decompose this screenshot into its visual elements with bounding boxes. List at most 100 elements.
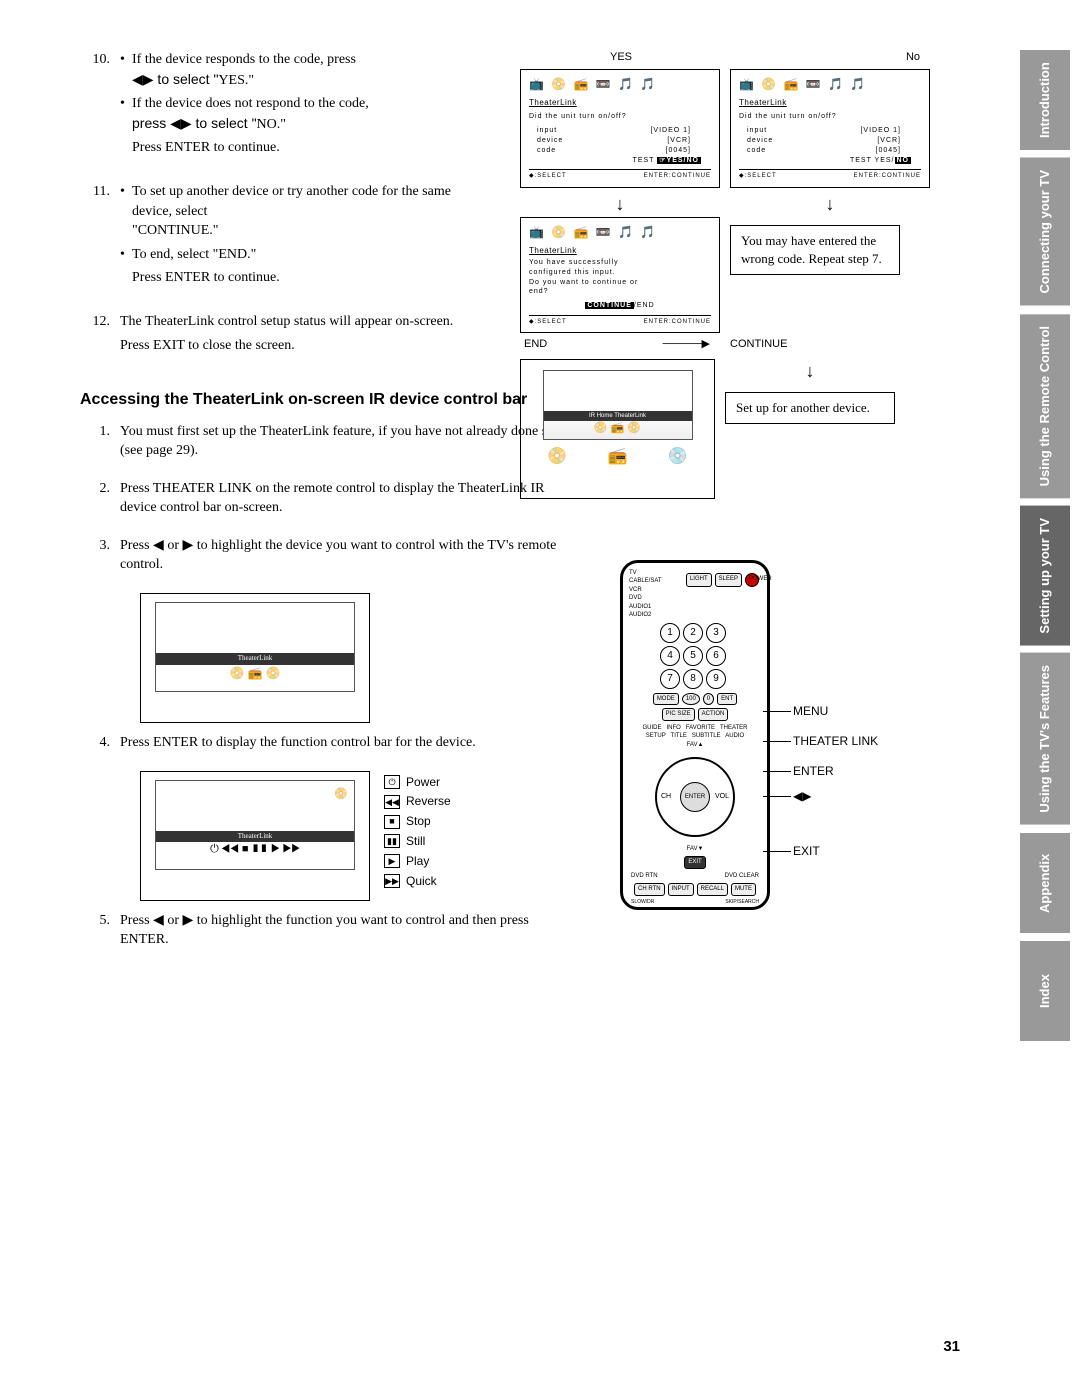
note-another-device: Set up for another device. bbox=[725, 392, 895, 424]
acc-s4-num: 4. bbox=[80, 733, 120, 757]
btn-ent: ENT bbox=[717, 693, 737, 705]
numpad: 123 456 789 bbox=[660, 623, 730, 689]
ft-sel: ◆:SELECT bbox=[529, 172, 567, 180]
test-no: TEST bbox=[850, 157, 872, 164]
acc-s2: Press THEATER LINK on the remote control… bbox=[120, 479, 580, 518]
screen-title-yes: TheaterLink bbox=[529, 97, 711, 108]
acc-s3: Press ◀ or ▶ to highlight the device you… bbox=[120, 536, 580, 575]
ft-ent: ENTER:CONTINUE bbox=[644, 172, 711, 180]
callout-arrows: ◀▶ bbox=[793, 788, 811, 805]
callout-theater: THEATER LINK bbox=[793, 733, 878, 750]
btn-mute: MUTE bbox=[731, 883, 756, 895]
device-corner-icon: 📀 bbox=[334, 787, 348, 802]
rem-lbl-cable: CABLE/SAT bbox=[629, 577, 662, 585]
screen-no: 📺 📀 📻 📼 🎵 🎵 TheaterLink Did the unit tur… bbox=[730, 69, 930, 187]
kv-input-k: input bbox=[537, 126, 557, 136]
accessing-steps: 1. You must first set up the TheaterLink… bbox=[80, 422, 580, 954]
legend-reverse: Reverse bbox=[406, 793, 451, 810]
play-icon: ▶ bbox=[384, 854, 400, 868]
still-icon: ▮▮ bbox=[384, 834, 400, 848]
legend-still: Still bbox=[406, 833, 425, 850]
step-11a: To set up another device or try another … bbox=[132, 184, 451, 219]
screen-title-no: TheaterLink bbox=[739, 97, 921, 108]
step-10b2s: ." bbox=[277, 117, 286, 132]
conf-msg4: end? bbox=[529, 287, 711, 297]
step-11a2: "CONTINUE." bbox=[132, 223, 218, 238]
chapter-tabs: Introduction Connecting your TV Using th… bbox=[1020, 50, 1080, 1049]
ftn-sel: ◆:SELECT bbox=[739, 172, 777, 180]
btn-action: ACTION bbox=[698, 708, 729, 720]
legend-play: Play bbox=[406, 853, 429, 870]
kvn-code-v: [0045] bbox=[876, 146, 901, 156]
tab-appendix: Appendix bbox=[1020, 833, 1070, 933]
kvn-code-k: code bbox=[747, 146, 766, 156]
step-10-num: 10. bbox=[80, 50, 120, 162]
dpad: CH ENTER VOL bbox=[655, 757, 735, 837]
btn-power: POWER bbox=[745, 573, 759, 587]
btn-input: INPUT bbox=[668, 883, 694, 895]
btn-mode: MODE bbox=[653, 693, 679, 705]
screen-confirm: 📺 📀 📻 📼 🎵 🎵 TheaterLink You have success… bbox=[520, 217, 720, 333]
acc-s2-num: 2. bbox=[80, 479, 120, 522]
fav-dn: FAV▼ bbox=[631, 845, 759, 853]
step-10b2v: NO bbox=[257, 117, 277, 132]
note-wrong-code: You may have entered the wrong code. Rep… bbox=[730, 225, 900, 275]
conf-msg1: You have successfully bbox=[529, 258, 711, 268]
tv-inner-label2: TheaterLink bbox=[156, 831, 354, 843]
skip: SKIP/SEARCH bbox=[725, 899, 759, 906]
testline-yes: ☞YES/NO bbox=[657, 157, 701, 164]
tv-control-bar-diagram: TheaterLink 📀 📻 📀 bbox=[140, 593, 370, 723]
callout-enter: ENTER bbox=[793, 763, 834, 780]
acc-s1-num: 1. bbox=[80, 422, 120, 465]
test-yes: TEST bbox=[633, 157, 655, 164]
dpad-vol: VOL bbox=[715, 792, 729, 802]
device-icon: 💿 bbox=[668, 446, 688, 468]
rem-lbl-vcr: VCR bbox=[629, 586, 662, 594]
continue-label: CONTINUE bbox=[730, 338, 787, 350]
legend-power: Power bbox=[406, 774, 440, 791]
screens-area: YES No 📺 📀 📻 📼 🎵 🎵 TheaterLink Did the u… bbox=[520, 50, 940, 499]
arrow-down-icon: ↓ bbox=[520, 192, 720, 217]
rem-lbl-tv: TV bbox=[629, 569, 662, 577]
screen-icons-yes: 📺 📀 📻 📼 🎵 🎵 bbox=[529, 76, 711, 93]
no-label: No bbox=[906, 50, 920, 65]
step-10a2v: YES bbox=[218, 73, 244, 88]
page-number: 31 bbox=[943, 1336, 960, 1357]
step-10a: If the device responds to the code, pres… bbox=[132, 52, 356, 67]
btn-chrtn: CH RTN bbox=[634, 883, 665, 895]
rem-lbl-audio2: AUDIO2 bbox=[629, 611, 662, 619]
remote-diagram: TV CABLE/SAT VCR DVD AUDIO1 AUDIO2 LIGHT… bbox=[620, 560, 920, 910]
screen-q-yes: Did the unit turn on/off? bbox=[529, 112, 711, 122]
fav-up: FAV▲ bbox=[631, 741, 759, 749]
step-11b: To end, select "END." bbox=[120, 245, 470, 265]
ftn-ent: ENTER:CONTINUE bbox=[854, 172, 921, 180]
screen-icons-c: 📺 📀 📻 📼 🎵 🎵 bbox=[529, 224, 711, 241]
tab-setting-up: Setting up your TV bbox=[1020, 506, 1070, 646]
legend-quick: Quick bbox=[406, 873, 437, 890]
end-label: END bbox=[524, 338, 547, 350]
step-12-num: 12. bbox=[80, 312, 120, 359]
step-10b2a: press ◀▶ to select " bbox=[132, 115, 257, 131]
arrow-down-icon-2: ↓ bbox=[730, 192, 930, 217]
dpad-ch: CH bbox=[661, 792, 671, 802]
function-legend: ⏻Power ◀◀Reverse ■Stop ▮▮Still ▶Play ▶▶Q… bbox=[384, 771, 451, 901]
tab-index: Index bbox=[1020, 941, 1070, 1041]
arrow-down-icon-3: ↓ bbox=[725, 359, 895, 384]
kv-device-v: [VCR] bbox=[667, 136, 691, 146]
slow: SLOW/DR bbox=[631, 899, 654, 906]
dvdrtn: DVD RTN bbox=[631, 872, 658, 880]
ftc-ent: ENTER:CONTINUE bbox=[644, 318, 711, 326]
tv-bar-title: IR Home TheaterLink bbox=[544, 411, 692, 421]
acc-s5-num: 5. bbox=[80, 911, 120, 954]
step-11c: Press ENTER to continue. bbox=[120, 268, 470, 288]
tab-connecting: Connecting your TV bbox=[1020, 158, 1070, 306]
conf-msg3: Do you want to continue or bbox=[529, 278, 711, 288]
btn-recall: RECALL bbox=[697, 883, 728, 895]
quick-icon: ▶▶ bbox=[384, 874, 400, 888]
tv-function-bar-diagram: 📀 TheaterLink ⏻ ◀◀ ■ ▮▮ ▶ ▶▶ bbox=[140, 771, 370, 901]
tv-status-diagram: IR Home TheaterLink 📀 📻 📀 📀 📻 💿 bbox=[520, 359, 715, 499]
kvn-input-v: [VIDEO 1] bbox=[860, 126, 901, 136]
screen-title-c: TheaterLink bbox=[529, 245, 711, 256]
callout-exit: EXIT bbox=[793, 843, 820, 860]
conf-msg2: configured this input. bbox=[529, 268, 711, 278]
